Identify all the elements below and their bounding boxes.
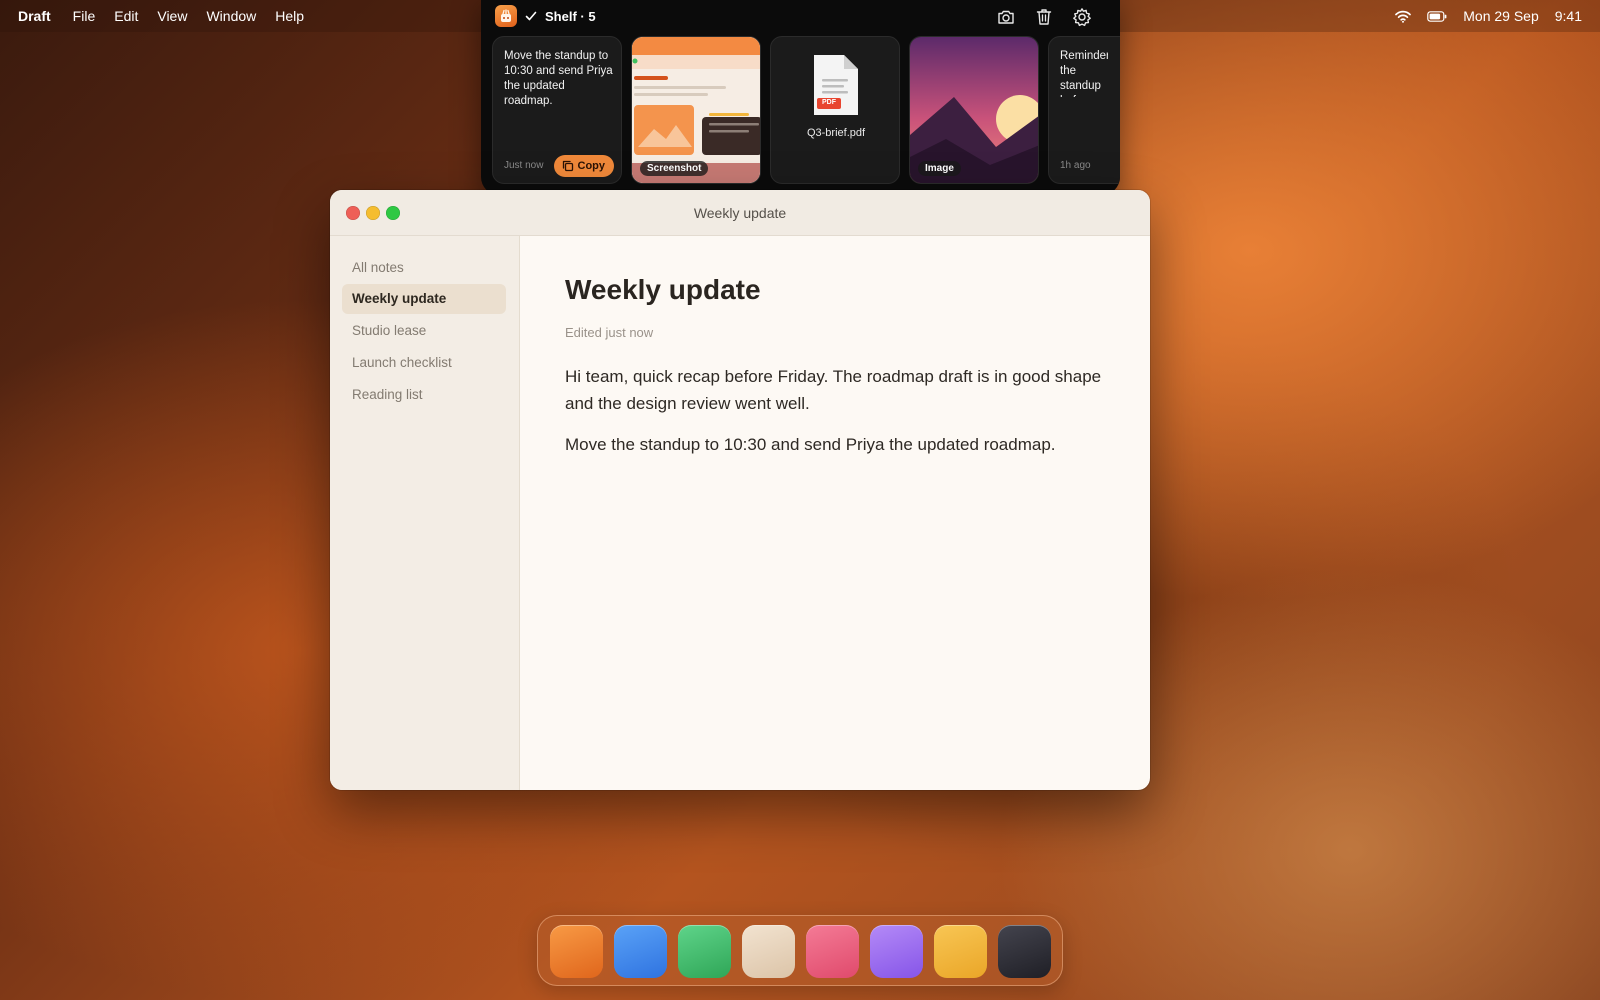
note-title[interactable]: Weekly update bbox=[565, 274, 761, 306]
menubar-time[interactable]: 9:41 bbox=[1555, 8, 1582, 24]
dock-app-blue[interactable] bbox=[614, 925, 667, 978]
battery-icon[interactable] bbox=[1427, 10, 1447, 22]
shelf-header: Shelf · 5 bbox=[481, 0, 1120, 32]
camera-icon[interactable] bbox=[995, 6, 1017, 28]
window-title: Weekly update bbox=[693, 205, 787, 221]
clip-card-image[interactable]: Image bbox=[909, 36, 1039, 184]
menu-edit[interactable]: Edit bbox=[114, 8, 138, 24]
shelf-panel: Shelf · 5 Move the standup to 10:30 and … bbox=[481, 0, 1120, 195]
menu-window[interactable]: Window bbox=[206, 8, 256, 24]
dock-app-orange[interactable] bbox=[550, 925, 603, 978]
dock-app-green[interactable] bbox=[678, 925, 731, 978]
image-badge: Image bbox=[918, 161, 961, 176]
dock bbox=[537, 915, 1063, 986]
note-paragraph[interactable]: Move the standup to 10:30 and send Priya… bbox=[565, 431, 1125, 458]
copy-icon bbox=[562, 160, 573, 172]
copy-label: Copy bbox=[577, 160, 606, 172]
clip-card-text[interactable]: Move the standup to 10:30 and send Priya… bbox=[492, 36, 622, 184]
clip-card-text-2[interactable]: Reminder: the standup before 1h ago bbox=[1048, 36, 1120, 184]
note-editor[interactable]: Weekly update Edited just now Hi team, q… bbox=[520, 236, 1150, 790]
clip-card-screenshot[interactable]: Screenshot bbox=[631, 36, 761, 184]
screenshot-badge: Screenshot bbox=[640, 161, 709, 176]
trash-icon[interactable] bbox=[1033, 6, 1055, 28]
shelf-title: Shelf · 5 bbox=[545, 9, 596, 24]
clip-time-2: 1h ago bbox=[1060, 160, 1091, 171]
status-area: Mon 29 Sep 9:41 bbox=[1379, 0, 1582, 32]
note-paragraph[interactable]: Hi team, quick recap before Friday. The … bbox=[565, 363, 1125, 417]
note-meta: Edited just now bbox=[565, 325, 654, 340]
sidebar-item-studio-lease[interactable]: Studio lease bbox=[342, 316, 506, 346]
notes-window: Weekly update All notes Weekly update St… bbox=[330, 190, 1150, 790]
clip-card-pdf[interactable]: PDF Q3-brief.pdf bbox=[770, 36, 900, 184]
pdf-file-icon bbox=[814, 55, 858, 115]
menubar-date[interactable]: Mon 29 Sep bbox=[1463, 8, 1539, 24]
menu-app-name[interactable]: Draft bbox=[18, 8, 51, 24]
copy-button[interactable]: Copy bbox=[553, 155, 614, 177]
sidebar: All notes Weekly update Studio lease Lau… bbox=[330, 236, 520, 790]
menu-help[interactable]: Help bbox=[275, 8, 304, 24]
title-bar[interactable]: Weekly update bbox=[330, 190, 1150, 236]
check-icon bbox=[525, 9, 537, 27]
dock-app-purple[interactable] bbox=[870, 925, 923, 978]
pdf-filename: Q3-brief.pdf bbox=[806, 127, 866, 139]
dock-app-beige[interactable] bbox=[742, 925, 795, 978]
clip-text-2: Reminder: the standup before bbox=[1060, 50, 1108, 97]
clip-time: Just now bbox=[504, 160, 544, 171]
dock-app-yellow[interactable] bbox=[934, 925, 987, 978]
menu-view[interactable]: View bbox=[157, 8, 187, 24]
clip-text: Move the standup to 10:30 and send Priya… bbox=[504, 50, 613, 107]
pdf-badge: PDF bbox=[822, 99, 836, 106]
sidebar-item-all-notes[interactable]: All notes bbox=[342, 253, 506, 283]
sidebar-item-reading-list[interactable]: Reading list bbox=[342, 380, 506, 410]
shelf-app-icon[interactable] bbox=[495, 5, 517, 27]
gear-icon[interactable] bbox=[1071, 6, 1093, 28]
menu-file[interactable]: File bbox=[73, 8, 96, 24]
sidebar-item-launch-checklist[interactable]: Launch checklist bbox=[342, 348, 506, 378]
dock-app-pink[interactable] bbox=[806, 925, 859, 978]
sidebar-item-weekly-update[interactable]: Weekly update bbox=[342, 284, 506, 314]
wifi-icon[interactable] bbox=[1395, 10, 1412, 23]
dock-app-dark[interactable] bbox=[998, 925, 1051, 978]
